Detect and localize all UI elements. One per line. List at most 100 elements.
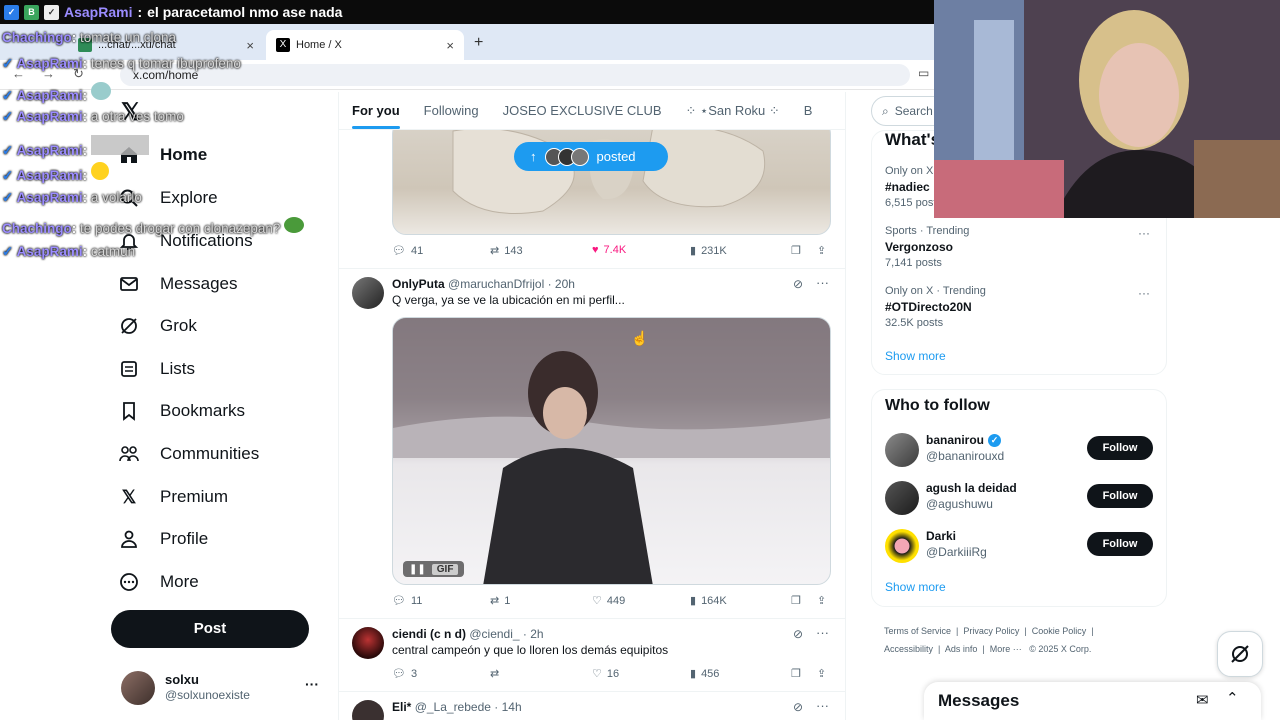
close-tab-icon[interactable]: × xyxy=(246,38,254,53)
suggestion-name[interactable]: bananirou ✓ xyxy=(926,433,1002,447)
reply-icon: 💬︎ xyxy=(392,668,406,680)
share-icon[interactable]: ⇪ xyxy=(817,667,826,680)
sidebar-item-label: Bookmarks xyxy=(160,401,246,420)
suggestion-name[interactable]: agush la deidad xyxy=(926,481,1017,495)
sidebar-item-profile[interactable]: Profile xyxy=(118,519,208,559)
tab-for-you[interactable]: For you xyxy=(352,103,400,129)
sidebar-item-communities[interactable]: Communities xyxy=(118,434,259,474)
views-button[interactable]: ▮ 231K xyxy=(690,244,727,258)
bookmark-icon[interactable]: ❐ xyxy=(791,594,801,607)
new-posts-pill[interactable]: ↑ posted xyxy=(514,142,668,171)
repost-button[interactable]: ⇄ xyxy=(490,667,504,680)
footer-cookie[interactable]: Cookie Policy xyxy=(1032,626,1087,636)
gif-controls[interactable]: ❚❚ GIF xyxy=(403,561,465,577)
footer-terms[interactable]: Terms of Service xyxy=(884,626,951,636)
reply-button[interactable]: 💬︎ 41 xyxy=(392,244,423,258)
suggestion-handle[interactable]: @bananirouxd xyxy=(926,449,1004,463)
tab-following[interactable]: Following xyxy=(424,103,479,118)
avatar[interactable] xyxy=(885,481,919,515)
footer-more[interactable]: More ··· xyxy=(990,644,1022,654)
new-message-icon[interactable]: ✉ xyxy=(1196,691,1209,709)
tweet-more-icon[interactable]: ··· xyxy=(816,275,829,290)
repost-icon: ⇄ xyxy=(490,245,500,257)
trend-more-icon[interactable]: ··· xyxy=(1138,286,1150,300)
reply-button[interactable]: 💬︎ 3 xyxy=(392,667,417,681)
grok-icon[interactable]: ⊘ xyxy=(793,700,803,714)
list-icon xyxy=(118,358,140,380)
views-button[interactable]: ▮ 456 xyxy=(690,667,719,681)
chevron-up-icon[interactable]: ⌃ xyxy=(1226,689,1239,707)
pepe-emote-icon xyxy=(284,217,305,233)
tab-joseo-exclusive-club[interactable]: JOSEO EXCLUSIVE CLUB xyxy=(503,103,662,118)
tweet-gif[interactable]: ❚❚ GIF xyxy=(392,317,831,585)
tab-more[interactable]: B xyxy=(804,103,813,118)
trend-item[interactable]: Sports · Trending Vergonzoso 7,141 posts xyxy=(885,225,1125,269)
like-button[interactable]: ♡ 449 xyxy=(592,594,625,608)
bookmark-icon[interactable]: ❐ xyxy=(791,244,801,257)
views-button[interactable]: ▮ 164K xyxy=(690,594,727,608)
repost-button[interactable]: ⇄ 1 xyxy=(490,594,510,608)
avatar[interactable] xyxy=(885,529,919,563)
post-button[interactable]: Post xyxy=(111,610,309,648)
repost-button[interactable]: ⇄ 143 xyxy=(490,244,523,258)
sidebar-item-more[interactable]: More xyxy=(118,562,199,602)
footer-ads-info[interactable]: Ads info xyxy=(945,644,978,654)
bookmark-icon[interactable]: ❐ xyxy=(791,667,801,680)
grok-icon[interactable]: ⊘ xyxy=(793,627,803,641)
like-button[interactable]: ♡ 16 xyxy=(592,667,619,681)
sidebar-item-lists[interactable]: Lists xyxy=(118,349,195,389)
emote-icon xyxy=(90,135,149,155)
chat-line: Chachingo: te podes drogar con clonazepa… xyxy=(2,217,305,236)
tab-san-roku[interactable]: ⁘ ⋆San Roku ⁘ xyxy=(686,103,780,119)
account-switcher[interactable]: solxu @solxunoexiste ··· xyxy=(111,662,326,712)
tweet-author-handle[interactable]: @ciendi_ xyxy=(469,627,519,641)
sidebar-item-label: More xyxy=(160,572,199,591)
tweet-time[interactable]: 20h xyxy=(555,277,575,291)
share-icon[interactable]: ⇪ xyxy=(817,594,826,607)
trend-item[interactable]: Only on X · Trending #nadiec 6,515 posts xyxy=(885,165,935,209)
show-more-trends-link[interactable]: Show more xyxy=(885,349,946,363)
trend-item[interactable]: Only on X · Trending #OTDirecto20N 32.5K… xyxy=(885,285,1125,329)
avatar[interactable] xyxy=(885,433,919,467)
sidebar-item-bookmarks[interactable]: Bookmarks xyxy=(118,391,245,431)
account-more-icon[interactable]: ··· xyxy=(305,676,319,692)
grok-icon[interactable]: ⊘ xyxy=(793,277,803,291)
chat-line: ✓ AsapRami: tenes q tomar ibuprofeno xyxy=(2,56,241,71)
tweet-more-icon[interactable]: ··· xyxy=(816,698,829,713)
sidebar-item-messages[interactable]: Messages xyxy=(118,264,237,304)
sidebar-item-premium[interactable]: 𝕏 Premium xyxy=(118,477,228,517)
suggestion-handle[interactable]: @agushuwu xyxy=(926,497,993,511)
messages-drawer[interactable]: Messages ✉ ⌃ xyxy=(924,682,1261,720)
share-icon[interactable]: ⇪ xyxy=(817,244,826,257)
sidebar-item-grok[interactable]: Grok xyxy=(118,306,197,346)
grok-floating-button[interactable] xyxy=(1217,631,1263,677)
tweet-author-handle[interactable]: @maruchanDfrijol xyxy=(448,277,544,291)
follow-button[interactable]: Follow xyxy=(1087,532,1153,556)
show-more-follow-link[interactable]: Show more xyxy=(885,580,946,594)
new-tab-button[interactable]: + xyxy=(474,34,483,52)
reply-button[interactable]: 💬︎ 11 xyxy=(392,594,422,608)
suggestion-handle[interactable]: @DarkiiiRg xyxy=(926,545,987,559)
tweet-author-name[interactable]: ciendi (c n d) xyxy=(392,627,466,641)
browser-tab-home-x[interactable]: X Home / X × xyxy=(266,30,464,60)
tweet-time[interactable]: 2h xyxy=(530,627,543,641)
screen-cast-icon[interactable]: ▭ xyxy=(918,66,929,80)
posted-label: posted xyxy=(596,149,636,164)
avatar[interactable] xyxy=(352,277,384,309)
tweet-more-icon[interactable]: ··· xyxy=(816,625,829,640)
follow-button[interactable]: Follow xyxy=(1087,436,1153,460)
footer-privacy[interactable]: Privacy Policy xyxy=(963,626,1019,636)
tweet-time[interactable]: 14h xyxy=(502,700,522,714)
follow-button[interactable]: Follow xyxy=(1087,484,1153,508)
trend-more-icon[interactable]: ··· xyxy=(1138,226,1150,240)
footer-accessibility[interactable]: Accessibility xyxy=(884,644,933,654)
emote-icon xyxy=(90,162,109,180)
tweet-author-name[interactable]: OnlyPuta xyxy=(392,277,445,291)
tweet-author-handle[interactable]: @_La_rebede xyxy=(415,700,491,714)
close-tab-icon[interactable]: × xyxy=(446,38,454,53)
like-button[interactable]: ♥ 7.4K xyxy=(592,244,626,256)
tweet-media[interactable] xyxy=(392,120,831,235)
avatar[interactable] xyxy=(352,627,384,659)
suggestion-name[interactable]: Darki xyxy=(926,529,956,543)
tweet-author-name[interactable]: Eli* xyxy=(392,700,411,714)
